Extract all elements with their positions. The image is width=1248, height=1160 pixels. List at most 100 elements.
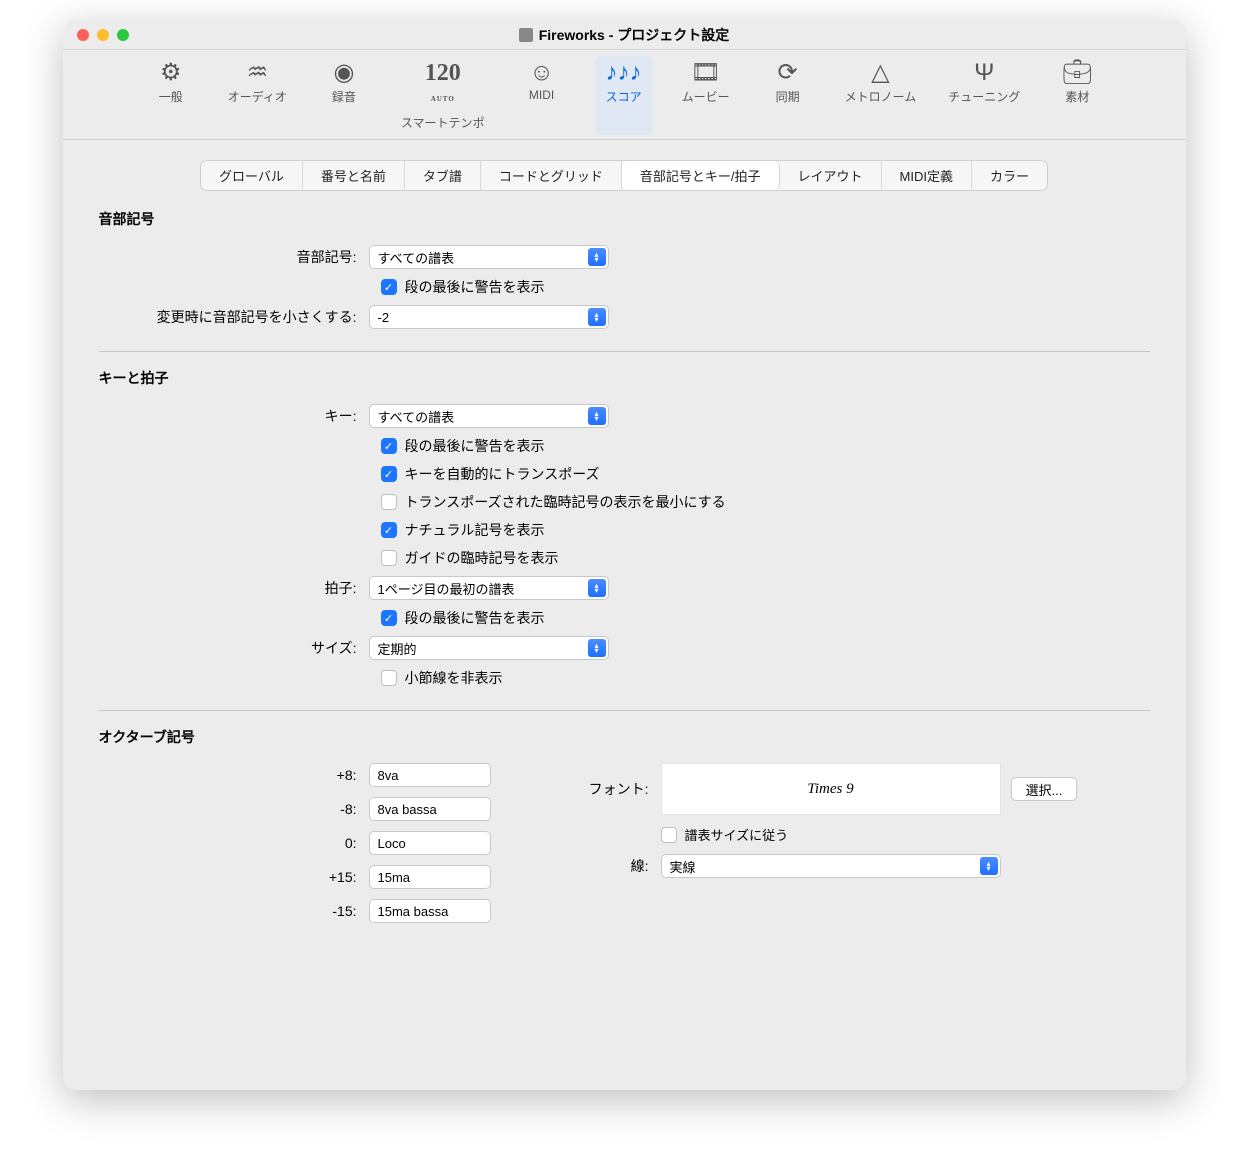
show-naturals-checkbox[interactable]: ✓ [381, 522, 397, 538]
key-warn-label: 段の最後に警告を表示 [405, 436, 545, 456]
tab-record[interactable]: ◉ 録音 [315, 56, 373, 135]
tempo-icon: 120 AUTO [425, 60, 461, 112]
key-select-value: すべての譜表 [378, 407, 455, 426]
octave-right-column: フォント: Times 9 選択... 譜表サイズに従う 線: 実線 [581, 763, 1078, 933]
subtab-color[interactable]: カラー [972, 161, 1047, 190]
tab-smart-tempo[interactable]: 120 AUTO スマートテンポ [397, 56, 489, 135]
content-area: グローバル 番号と名前 タブ譜 コードとグリッド 音部記号とキー/拍子 レイアウ… [63, 140, 1186, 1090]
titlebar: Fireworks - プロジェクト設定 [63, 20, 1186, 50]
size-select[interactable]: 定期的 ▴▾ [369, 636, 609, 660]
close-window-button[interactable] [77, 29, 89, 41]
score-icon: ♪♪♪ [606, 60, 642, 86]
window-title-wrap: Fireworks - プロジェクト設定 [63, 25, 1186, 45]
briefcase-icon: 💼︎ [1062, 60, 1092, 86]
sync-icon: ⟳ [778, 60, 798, 86]
minimize-window-button[interactable] [97, 29, 109, 41]
show-naturals-label: ナチュラル記号を表示 [405, 520, 545, 540]
tab-score[interactable]: ♪♪♪ スコア [595, 56, 653, 135]
oct-zero-input[interactable] [369, 831, 491, 855]
zoom-window-button[interactable] [117, 29, 129, 41]
auto-transpose-checkbox[interactable]: ✓ [381, 466, 397, 482]
line-field-label: 線: [581, 856, 661, 876]
size-field-label: サイズ: [99, 638, 369, 658]
tab-label: スマートテンポ [401, 114, 485, 131]
tab-sync[interactable]: ⟳ 同期 [759, 56, 817, 135]
record-icon: ◉ [333, 60, 354, 86]
tab-tuning[interactable]: Ψ チューニング [944, 56, 1024, 135]
key-heading: キーと拍子 [99, 368, 1150, 390]
follow-staff-size-label: 譜表サイズに従う [685, 825, 789, 844]
octave-heading: オクターブ記号 [99, 727, 1150, 749]
tab-label: メトロノーム [845, 88, 917, 105]
settings-window: Fireworks - プロジェクト設定 ⚙︎ 一般 ♒︎ オーディオ ◉ 録音… [63, 20, 1186, 1090]
auto-transpose-label: キーを自動的にトランスポーズ [405, 464, 600, 484]
chevron-updown-icon: ▴▾ [588, 308, 606, 326]
tab-label: 素材 [1065, 88, 1089, 105]
time-select-value: 1ページ目の最初の譜表 [378, 579, 515, 598]
tuning-fork-icon: Ψ [974, 60, 994, 86]
tempo-sub: AUTO [425, 86, 461, 112]
tab-audio[interactable]: ♒︎ オーディオ [224, 56, 291, 135]
subtab-midi-def[interactable]: MIDI定義 [882, 161, 972, 190]
tab-label: ムービー [682, 88, 730, 105]
time-select[interactable]: 1ページ目の最初の譜表 ▴▾ [369, 576, 609, 600]
subtabs-wrap: グローバル 番号と名前 タブ譜 コードとグリッド 音部記号とキー/拍子 レイアウ… [99, 160, 1150, 209]
subtab-global[interactable]: グローバル [201, 161, 303, 190]
tab-general[interactable]: ⚙︎ 一般 [142, 56, 200, 135]
subtab-numbers-names[interactable]: 番号と名前 [303, 161, 405, 190]
chevron-updown-icon: ▴▾ [588, 248, 606, 266]
chevron-updown-icon: ▴▾ [588, 639, 606, 657]
tab-label: オーディオ [228, 88, 287, 105]
tab-label: 一般 [159, 88, 183, 105]
tab-metronome[interactable]: △ メトロノーム [841, 56, 921, 135]
time-warn-label: 段の最後に警告を表示 [405, 608, 545, 628]
follow-staff-size-checkbox[interactable] [661, 827, 677, 843]
oct-minus15-label: -15: [99, 903, 369, 919]
oct-minus8-input[interactable] [369, 797, 491, 821]
clef-smaller-value: -2 [378, 310, 390, 325]
tab-label: MIDI [529, 88, 554, 102]
line-style-select[interactable]: 実線 ▴▾ [661, 854, 1001, 878]
subtab-tablature[interactable]: タブ譜 [405, 161, 481, 190]
divider [99, 710, 1150, 711]
key-warn-checkbox[interactable]: ✓ [381, 438, 397, 454]
oct-minus15-input[interactable] [369, 899, 491, 923]
min-accidentals-label: トランスポーズされた臨時記号の表示を最小にする [405, 492, 726, 512]
oct-plus8-label: +8: [99, 767, 369, 783]
oct-plus15-label: +15: [99, 869, 369, 885]
line-style-value: 実線 [670, 857, 696, 876]
oct-zero-label: 0: [99, 835, 369, 851]
chevron-updown-icon: ▴▾ [980, 857, 998, 875]
tab-midi[interactable]: ☺︎ MIDI [513, 56, 571, 135]
clef-select[interactable]: すべての譜表 ▴▾ [369, 245, 609, 269]
tab-movie[interactable]: 🎞︎ ムービー [677, 56, 735, 135]
subtab-layout[interactable]: レイアウト [780, 161, 882, 190]
window-controls [77, 29, 129, 41]
font-select-button[interactable]: 選択... [1011, 777, 1078, 801]
subtab-clefs-keys[interactable]: 音部記号とキー/拍子 [622, 161, 780, 190]
main-toolbar: ⚙︎ 一般 ♒︎ オーディオ ◉ 録音 120 AUTO スマートテンポ ☺︎ … [63, 50, 1186, 140]
size-select-value: 定期的 [378, 639, 417, 658]
time-warn-checkbox[interactable]: ✓ [381, 610, 397, 626]
oct-plus8-input[interactable] [369, 763, 491, 787]
score-subtabs: グローバル 番号と名前 タブ譜 コードとグリッド 音部記号とキー/拍子 レイアウ… [200, 160, 1048, 191]
subtab-chords-grid[interactable]: コードとグリッド [481, 161, 622, 190]
chevron-updown-icon: ▴▾ [588, 579, 606, 597]
tab-label: 録音 [332, 88, 356, 105]
key-field-label: キー: [99, 406, 369, 426]
key-section: キーと拍子 キー: すべての譜表 ▴▾ ✓ 段の最後に警告を表示 ✓ キーを自動… [99, 368, 1150, 688]
tab-assets[interactable]: 💼︎ 素材 [1048, 56, 1106, 135]
font-preview: Times 9 [661, 763, 1001, 815]
min-accidentals-checkbox[interactable] [381, 494, 397, 510]
oct-plus15-input[interactable] [369, 865, 491, 889]
octave-section: オクターブ記号 +8: -8: 0: [99, 727, 1150, 933]
clef-select-value: すべての譜表 [378, 248, 455, 267]
clef-smaller-label: 変更時に音部記号を小さくする: [99, 307, 369, 327]
hide-barlines-checkbox[interactable] [381, 670, 397, 686]
guide-accidentals-checkbox[interactable] [381, 550, 397, 566]
key-select[interactable]: すべての譜表 ▴▾ [369, 404, 609, 428]
clef-warn-checkbox[interactable]: ✓ [381, 279, 397, 295]
chevron-updown-icon: ▴▾ [588, 407, 606, 425]
clef-heading: 音部記号 [99, 209, 1150, 231]
clef-smaller-select[interactable]: -2 ▴▾ [369, 305, 609, 329]
